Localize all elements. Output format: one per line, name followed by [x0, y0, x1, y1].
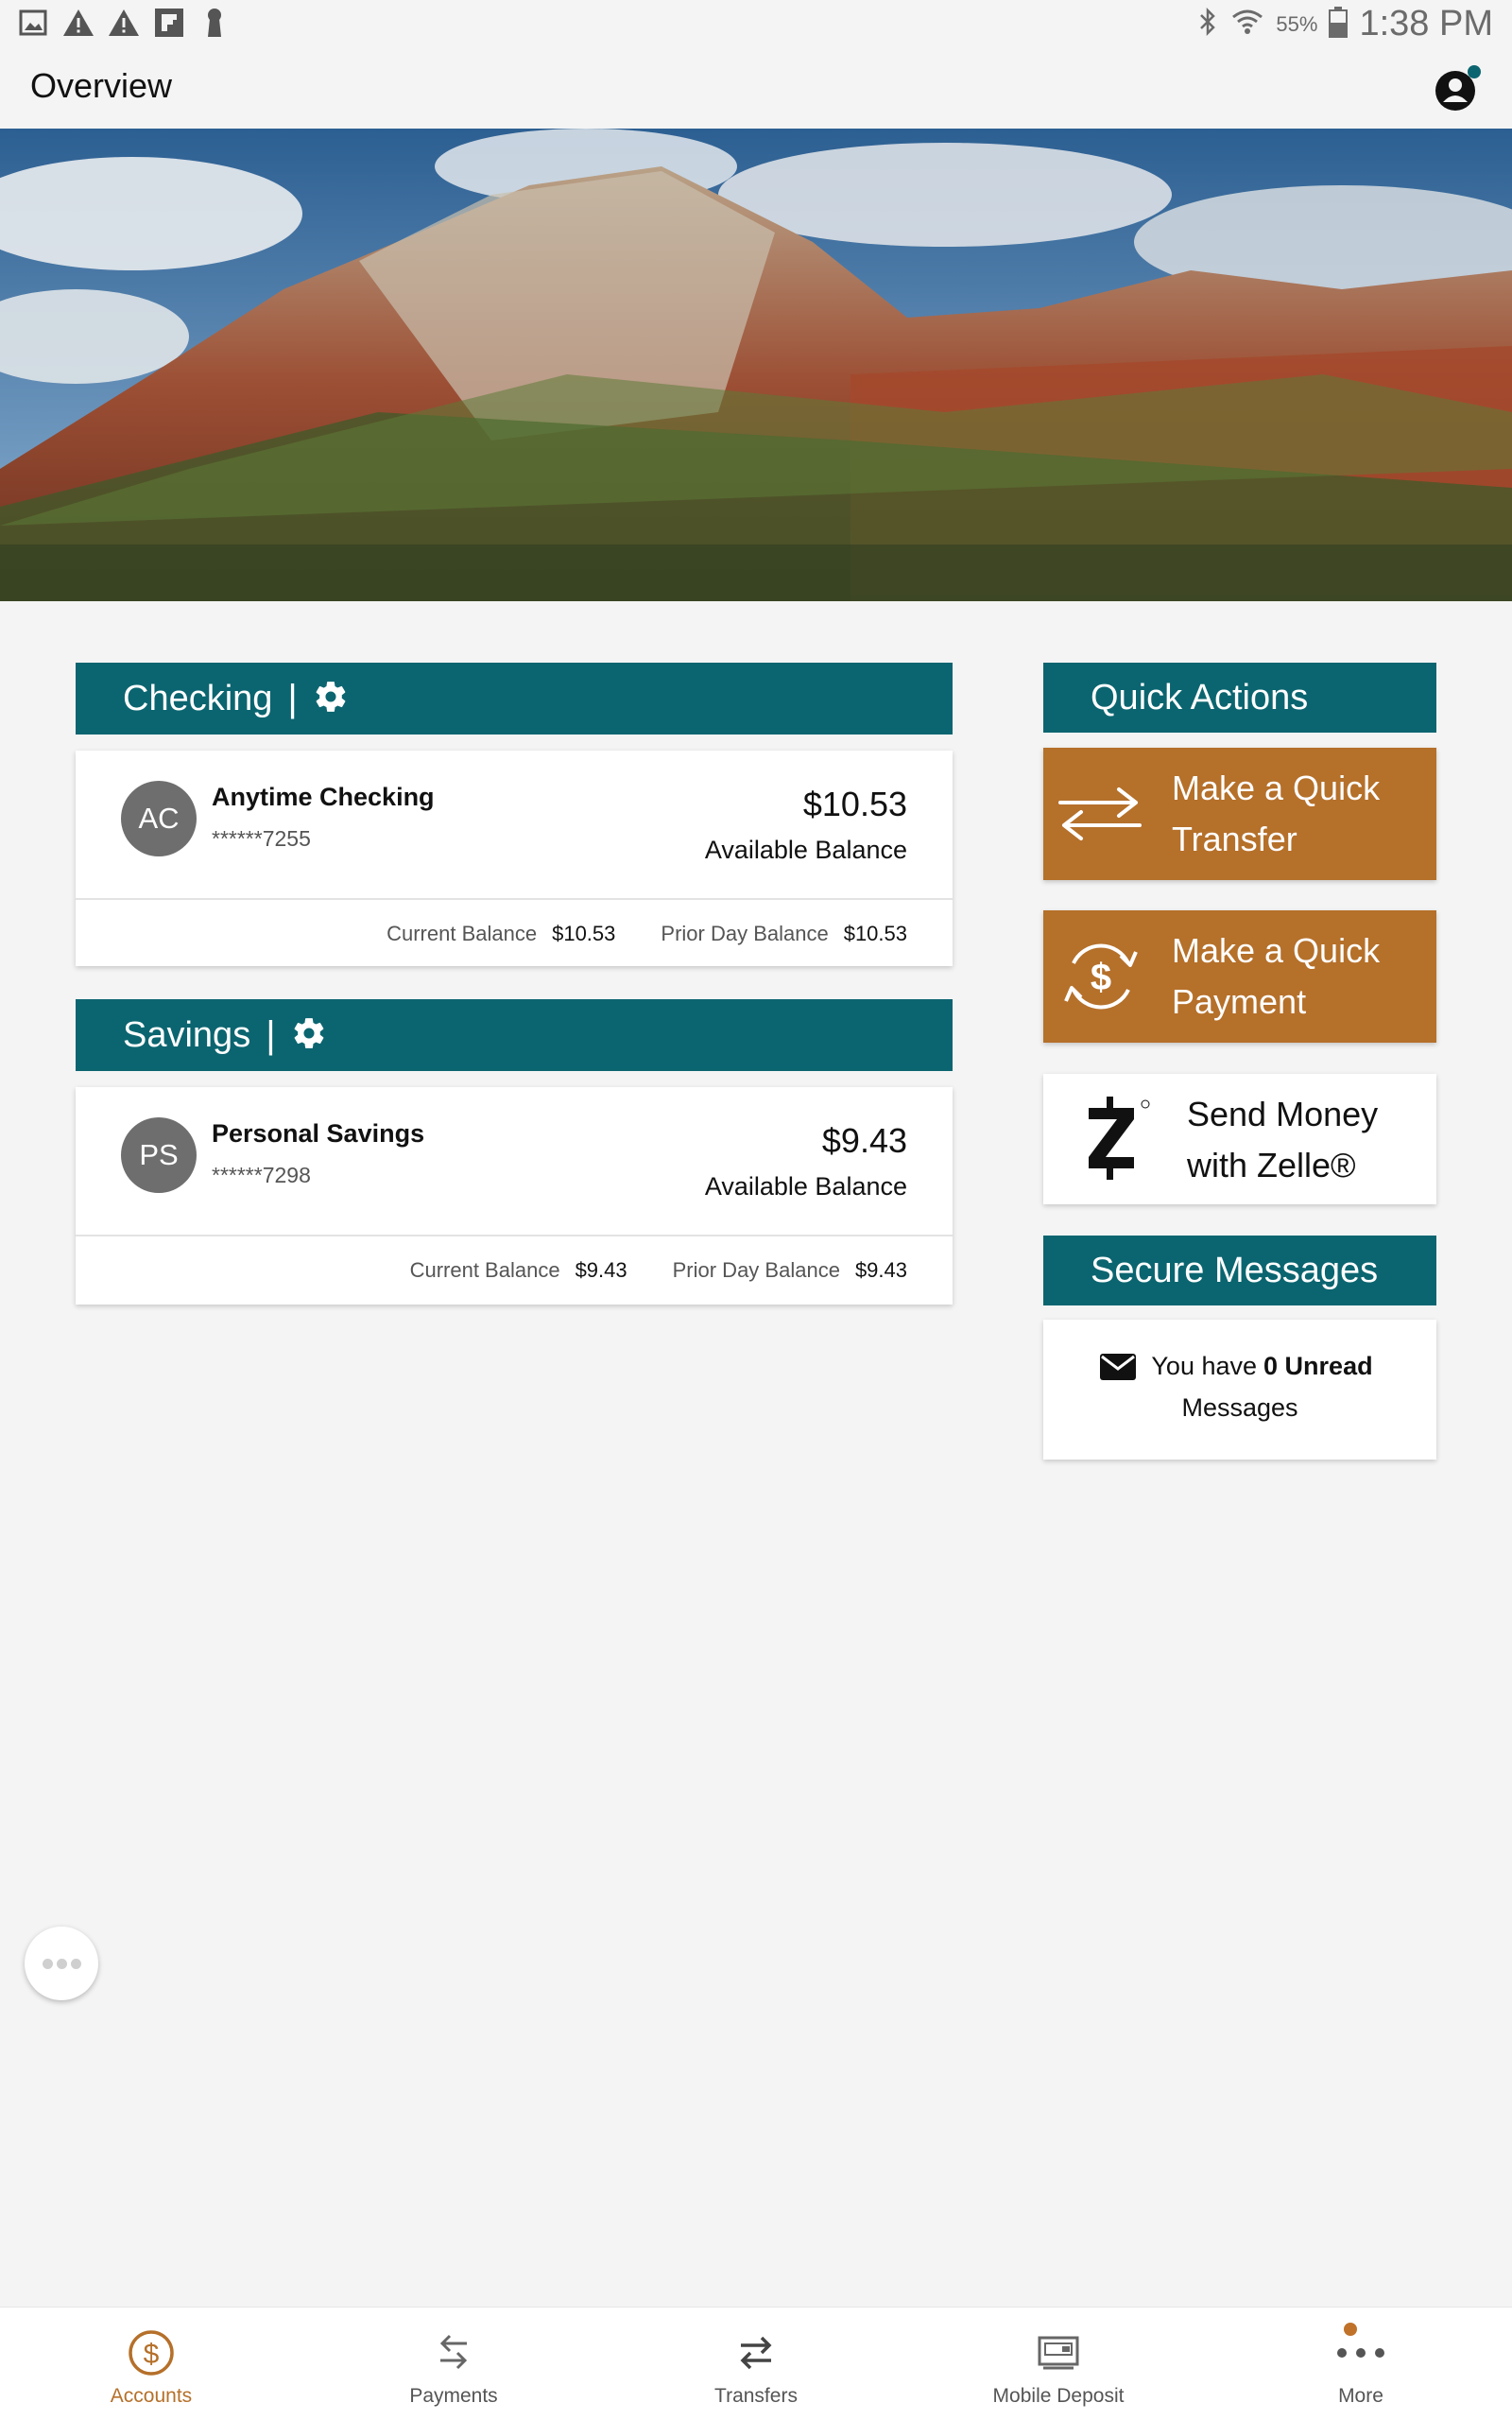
svg-text:$: $ — [1091, 957, 1111, 998]
dot — [56, 1958, 67, 1969]
nav-more-label: More — [1338, 2385, 1383, 2407]
battery-icon — [1329, 6, 1349, 43]
account-avatar: PS — [121, 1117, 197, 1193]
user-profile-icon — [1435, 65, 1481, 111]
unread-count: 0 Unread — [1263, 1352, 1373, 1380]
account-number: ******7255 — [212, 826, 311, 851]
current-balance-label: Current Balance — [387, 922, 538, 945]
quick-actions-title: Quick Actions — [1091, 677, 1309, 717]
account-name: Personal Savings — [212, 1119, 425, 1148]
dot — [42, 1958, 53, 1969]
prior-day-balance-label: Prior Day Balance — [661, 922, 829, 945]
warning-icon — [108, 6, 140, 40]
system-status: 55% 1:38 PM — [1196, 4, 1493, 44]
keyhole-icon — [198, 6, 231, 40]
transfer-arrows-icon — [1057, 776, 1143, 852]
floating-more-button[interactable] — [25, 1927, 98, 2000]
nav-mobile-deposit[interactable]: Mobile Deposit — [907, 2308, 1210, 2420]
quick-payment-line1: Make a Quick — [1172, 931, 1381, 970]
unread-messages-line: You have 0 Unread — [1043, 1352, 1436, 1381]
available-balance-value: $10.53 — [802, 785, 907, 823]
svg-text:$: $ — [144, 2339, 160, 2370]
account-number: ******7298 — [212, 1163, 311, 1187]
account-balance-details: Current Balance $10.53 Prior Day Balance… — [76, 902, 953, 966]
profile-button[interactable] — [1435, 64, 1484, 113]
hero-landscape-image — [0, 129, 1512, 601]
quick-transfer-line2: Transfer — [1172, 820, 1297, 858]
prior-day-balance-value: $10.53 — [843, 922, 907, 945]
gallery-icon — [17, 6, 49, 40]
warning-icon — [62, 6, 94, 40]
notification-icons — [17, 6, 231, 40]
quick-transfer-line1: Make a Quick — [1172, 769, 1381, 807]
prior-day-balance-value: $9.43 — [854, 1258, 907, 1282]
secure-messages-header: Secure Messages — [1043, 1236, 1436, 1305]
account-avatar: AC — [121, 781, 197, 856]
quick-payment-line2: Payment — [1172, 982, 1307, 1021]
status-bar: 55% 1:38 PM — [0, 0, 1512, 49]
checking-account-card[interactable]: AC Anytime Checking ******7255 $10.53 Av… — [76, 751, 953, 966]
quick-transfer-label: Make a Quick Transfer — [1172, 763, 1380, 865]
nav-payments[interactable]: Payments — [302, 2308, 605, 2420]
checking-section-header: Checking | — [76, 663, 953, 735]
battery-percent: 55% — [1276, 11, 1318, 36]
quick-payment-button[interactable]: $ Make a Quick Payment — [1043, 910, 1436, 1043]
wifi-icon — [1230, 8, 1264, 41]
nav-transfers[interactable]: Transfers — [605, 2308, 907, 2420]
savings-settings-gear-icon[interactable] — [291, 1015, 327, 1056]
clock: 1:38 PM — [1359, 4, 1493, 43]
nav-transfers-label: Transfers — [714, 2385, 798, 2407]
account-summary: PS Personal Savings ******7298 $9.43 Ava… — [76, 1087, 953, 1236]
current-balance-label: Current Balance — [409, 1258, 560, 1282]
dot — [70, 1958, 81, 1969]
zelle-logo-icon — [1081, 1097, 1157, 1182]
available-balance-value: $9.43 — [821, 1121, 907, 1160]
flipboard-icon — [153, 6, 185, 40]
account-name: Anytime Checking — [212, 783, 435, 811]
savings-account-card[interactable]: PS Personal Savings ******7298 $9.43 Ava… — [76, 1087, 953, 1305]
savings-section-title: Savings — [123, 1014, 251, 1055]
nav-more[interactable]: More — [1210, 2308, 1512, 2420]
unread-suffix: Messages — [1181, 1393, 1298, 1422]
unread-prefix: You have — [1151, 1352, 1258, 1380]
zelle-label: Send Money with Zelle® — [1187, 1089, 1378, 1191]
checking-section-title: Checking — [123, 678, 273, 718]
current-balance-value: $10.53 — [552, 922, 616, 945]
payments-arrows-icon — [427, 2328, 480, 2377]
quick-actions-header: Quick Actions — [1043, 663, 1436, 733]
available-balance-label: Available Balance — [704, 836, 907, 864]
more-dots-icon — [1334, 2328, 1387, 2377]
account-balance-details: Current Balance $9.43 Prior Day Balance … — [76, 1238, 953, 1303]
app-bar: Overview — [0, 49, 1512, 129]
zelle-line1: Send Money — [1187, 1095, 1379, 1133]
nav-accounts[interactable]: $ Accounts — [0, 2308, 302, 2420]
available-balance-label: Available Balance — [704, 1172, 907, 1201]
current-balance-value: $9.43 — [575, 1258, 627, 1282]
bottom-navigation: $ Accounts Payments Transfers Mobile Dep… — [0, 2307, 1512, 2420]
quick-transfer-button[interactable]: Make a Quick Transfer — [1043, 748, 1436, 880]
nav-accounts-label: Accounts — [110, 2385, 193, 2407]
zelle-send-money-button[interactable]: Send Money with Zelle® — [1043, 1074, 1436, 1204]
section-divider: | — [287, 677, 298, 719]
account-summary: AC Anytime Checking ******7255 $10.53 Av… — [76, 751, 953, 900]
savings-section-header: Savings | — [76, 999, 953, 1071]
bluetooth-icon — [1196, 7, 1219, 42]
unread-messages-card[interactable]: You have 0 Unread Messages — [1043, 1320, 1436, 1460]
notification-badge — [1344, 2323, 1357, 2336]
page-title: Overview — [30, 66, 173, 105]
zelle-line2: with Zelle® — [1187, 1146, 1356, 1184]
checking-settings-gear-icon[interactable] — [313, 679, 349, 719]
quick-payment-label: Make a Quick Payment — [1172, 925, 1380, 1028]
nav-payments-label: Payments — [409, 2385, 498, 2407]
prior-day-balance-label: Prior Day Balance — [672, 1258, 840, 1282]
payment-cycle-icon: $ — [1057, 939, 1143, 1014]
section-divider: | — [266, 1013, 276, 1056]
nav-mobile-deposit-label: Mobile Deposit — [992, 2385, 1125, 2407]
secure-messages-title: Secure Messages — [1091, 1250, 1379, 1290]
transfer-arrows-icon — [730, 2328, 782, 2377]
envelope-icon — [1100, 1353, 1137, 1380]
dollar-circle-icon: $ — [125, 2328, 178, 2377]
check-deposit-icon — [1032, 2328, 1085, 2377]
